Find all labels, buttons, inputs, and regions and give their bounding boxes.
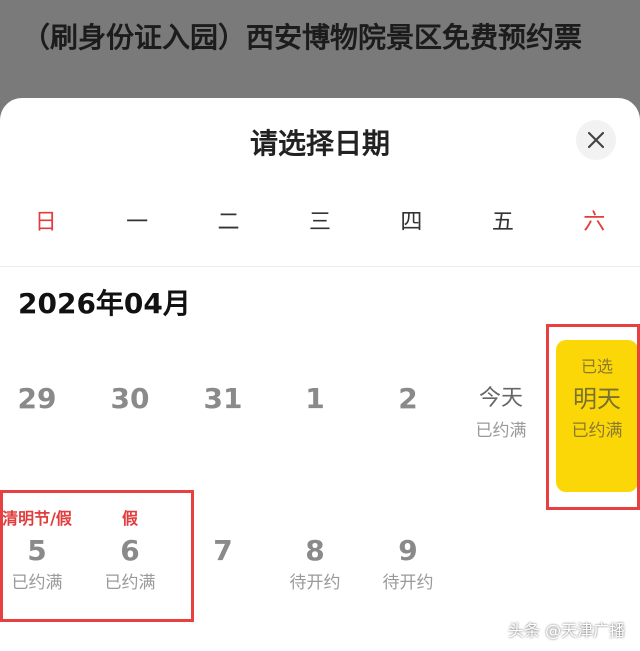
day-number: 8 (305, 534, 325, 567)
weekday-thu: 四 (400, 210, 423, 235)
day-cell-1[interactable]: 1 (269, 354, 361, 418)
status-label: 待开约 (289, 573, 341, 593)
weekday-fri: 五 (491, 210, 514, 235)
day-cell-today[interactable]: 今天 已约满 (455, 354, 547, 444)
month-label: 2026年04月 (18, 287, 191, 320)
weekday-sun: 日 (34, 210, 57, 235)
day-number: 31 (203, 382, 243, 415)
weekday-mon: 一 (126, 210, 149, 235)
status-label: 待开约 (382, 573, 434, 593)
close-icon (587, 131, 605, 149)
day-number: 30 (110, 382, 150, 415)
weekday-sat: 六 (583, 210, 606, 235)
weekday-wed: 三 (308, 210, 331, 235)
close-button[interactable] (576, 120, 616, 160)
day-number: 今天 (478, 386, 523, 411)
day-number: 1 (305, 382, 325, 415)
page-title: （刷身份证入园）西安博物院景区免费预约票 (22, 21, 583, 54)
day-number: 9 (398, 534, 418, 567)
day-number: 29 (17, 382, 57, 415)
sheet-title: 请选择日期 (249, 127, 390, 160)
selected-highlight-box (546, 324, 640, 510)
day-cell-31[interactable]: 31 (177, 354, 269, 418)
status-label: 已约满 (475, 421, 527, 441)
watermark: 头条 @天津广播 (508, 621, 626, 640)
day-cell-8[interactable]: 8 待开约 (269, 506, 361, 596)
day-cell-2[interactable]: 2 (362, 354, 454, 418)
weekday-tue: 二 (217, 210, 240, 235)
day-cell-30[interactable]: 30 (84, 354, 176, 418)
day-cell-29[interactable]: 29 (0, 354, 83, 418)
weekday-header: 日 一 二 三 四 五 六 (0, 200, 640, 246)
holiday-highlight-box (0, 490, 194, 622)
day-number: 2 (398, 382, 418, 415)
header-divider (0, 266, 640, 267)
day-cell-9[interactable]: 9 待开约 (362, 506, 454, 596)
